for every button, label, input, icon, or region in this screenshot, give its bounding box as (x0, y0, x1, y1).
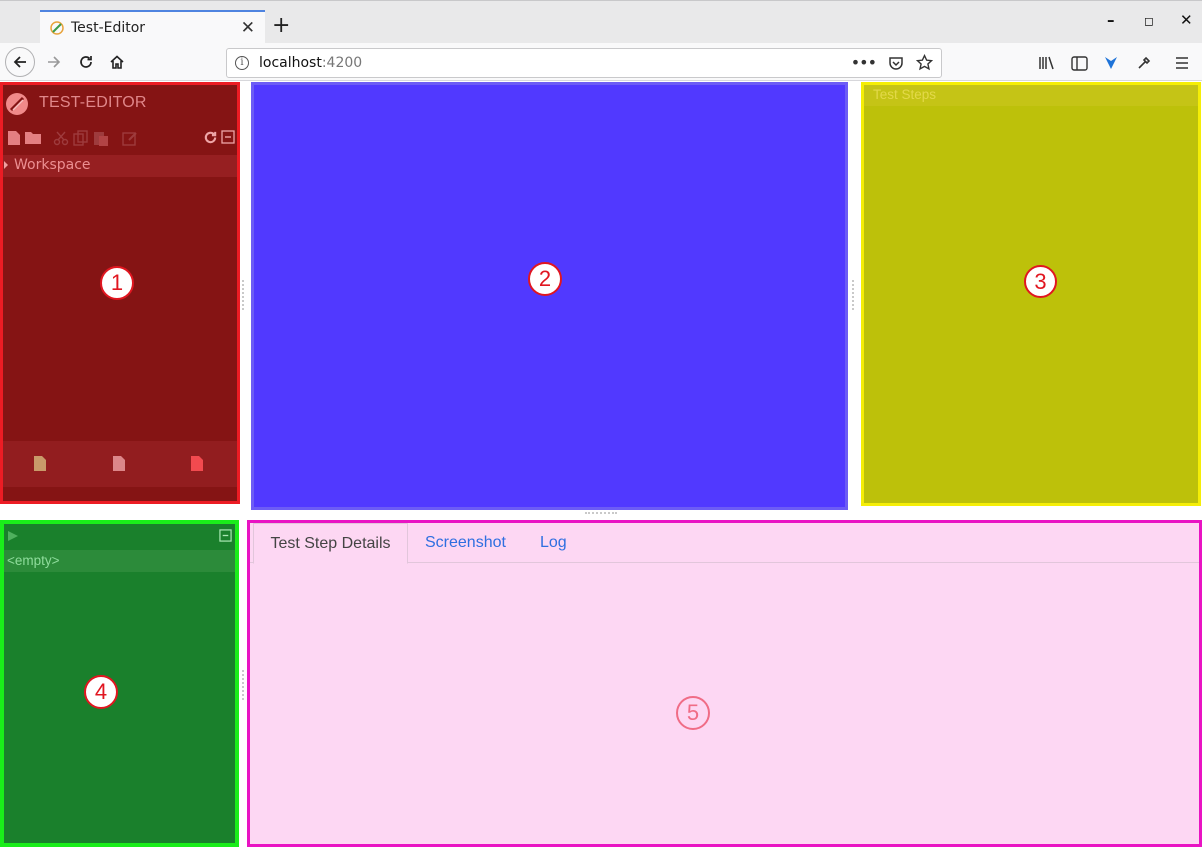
cut-icon[interactable] (53, 130, 69, 146)
eyedropper-icon[interactable] (1134, 53, 1154, 73)
region-marker-2: 2 (528, 262, 562, 296)
bookmark-star-icon[interactable] (916, 54, 933, 71)
execution-panel: <empty> 4 (0, 520, 239, 847)
test-steps-panel: Test Steps 3 (861, 82, 1201, 506)
forward-button[interactable] (40, 48, 68, 76)
test-editor-favicon-icon (50, 21, 64, 35)
forward-arrow-icon (48, 56, 61, 68)
file-icon-pink[interactable] (112, 455, 126, 472)
test-steps-title: Test Steps (873, 87, 937, 102)
browser-navigation-bar: i localhost :4200 ••• (0, 43, 1202, 81)
collapse-all-icon[interactable] (221, 130, 235, 144)
url-host: localhost (259, 55, 322, 71)
url-port: :4200 (321, 55, 363, 71)
test-steps-header: Test Steps (864, 85, 1198, 106)
new-file-icon[interactable] (7, 130, 21, 146)
collapse-all-icon[interactable] (219, 529, 232, 542)
new-tab-icon[interactable]: + (272, 13, 290, 39)
navigation-toolbar (6, 130, 237, 148)
expand-arrow-icon[interactable] (4, 161, 8, 169)
copy-icon[interactable] (73, 130, 89, 146)
menu-icon[interactable] (1172, 53, 1192, 73)
extension-icon[interactable] (1101, 53, 1121, 73)
empty-placeholder: <empty> (7, 553, 60, 568)
details-panel: Test Step Details Screenshot Log 5 (247, 520, 1202, 847)
file-icon-red[interactable] (190, 455, 204, 472)
details-tab-bar: Test Step Details Screenshot Log (250, 523, 1199, 564)
tab-log[interactable]: Log (540, 523, 567, 564)
execution-list-item: <empty> (4, 550, 235, 572)
rename-icon[interactable] (122, 130, 138, 146)
navigation-panel: TEST-EDITOR Workspace 1 (0, 82, 240, 504)
site-info-icon[interactable]: i (235, 56, 249, 70)
maximize-window-icon[interactable]: ◻ (1144, 14, 1154, 28)
home-button[interactable] (103, 48, 131, 76)
file-icon-tan[interactable] (33, 455, 47, 472)
tree-item-label: Workspace (14, 157, 91, 173)
app-title: TEST-EDITOR (39, 94, 147, 111)
close-window-icon[interactable]: ✕ (1180, 11, 1193, 29)
back-button[interactable] (5, 47, 35, 77)
navigation-footer (3, 441, 237, 487)
browser-tab-title: Test-Editor (71, 20, 146, 36)
sidebar-toggle-icon[interactable] (1069, 53, 1089, 73)
close-tab-icon[interactable]: ✕ (241, 18, 255, 38)
vertical-splitter-left[interactable] (242, 280, 246, 310)
test-editor-logo-icon (6, 93, 28, 115)
browser-tab[interactable]: Test-Editor ✕ (40, 10, 265, 44)
reload-button[interactable] (72, 48, 100, 76)
reload-icon (80, 56, 92, 68)
vertical-splitter-right[interactable] (852, 280, 856, 310)
horizontal-splitter[interactable] (585, 512, 617, 516)
refresh-icon[interactable] (203, 130, 218, 145)
browser-tab-strip: Test-Editor ✕ + – ◻ ✕ (0, 0, 1202, 44)
back-arrow-icon (13, 56, 26, 68)
region-marker-3: 3 (1024, 265, 1057, 298)
minimize-window-icon[interactable]: – (1107, 11, 1115, 29)
tab-screenshot[interactable]: Screenshot (425, 523, 506, 564)
vertical-splitter-bottom[interactable] (242, 670, 246, 700)
page-actions-icon[interactable]: ••• (851, 53, 877, 72)
region-marker-4: 4 (84, 675, 118, 709)
library-icon[interactable] (1037, 53, 1057, 73)
tree-item-workspace[interactable]: Workspace (3, 155, 237, 177)
editor-panel: 2 (251, 82, 848, 510)
new-folder-icon[interactable] (24, 130, 42, 145)
paste-icon[interactable] (93, 130, 109, 146)
pocket-icon[interactable] (888, 55, 904, 71)
home-icon (110, 55, 124, 69)
region-marker-1: 1 (100, 266, 134, 300)
tab-test-step-details[interactable]: Test Step Details (253, 523, 408, 564)
address-bar[interactable]: i localhost :4200 ••• (226, 48, 942, 78)
execution-toolbar (4, 524, 235, 548)
play-icon[interactable] (7, 530, 19, 542)
region-marker-5: 5 (676, 696, 710, 730)
